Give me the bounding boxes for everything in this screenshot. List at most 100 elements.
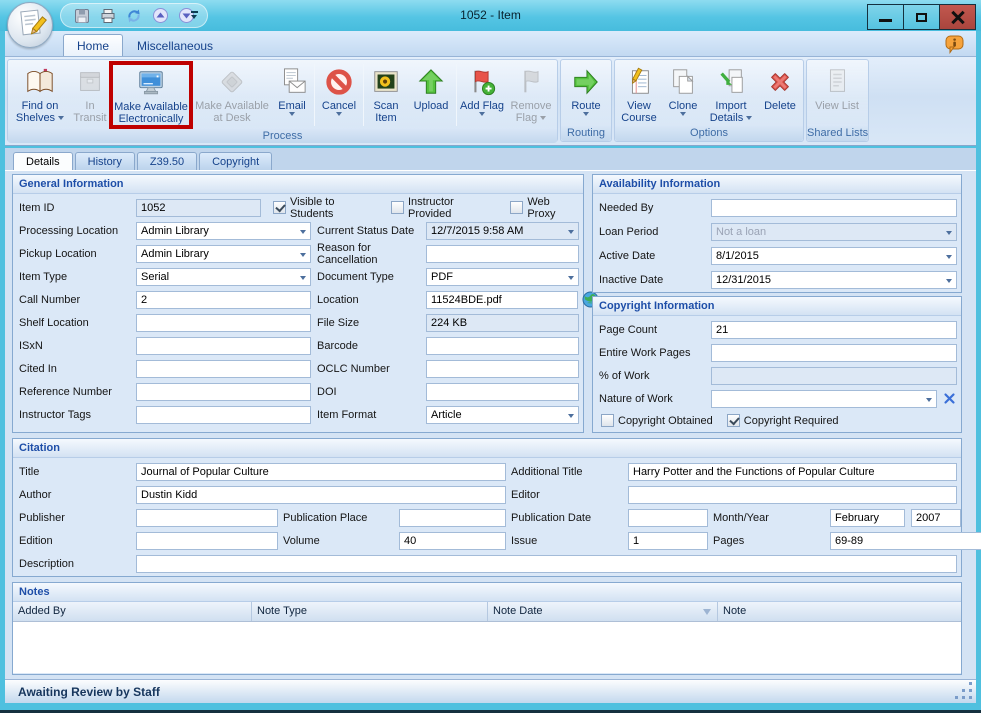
dropdown-arrow-icon bbox=[680, 112, 686, 116]
pct-of-work-label: % of Work bbox=[599, 370, 711, 382]
year-field[interactable] bbox=[911, 509, 961, 527]
oclc-number-field[interactable] bbox=[426, 360, 579, 378]
call-number-label: Call Number bbox=[19, 294, 136, 306]
notebook-pencil-icon bbox=[624, 64, 654, 100]
item-type-select[interactable]: Serial bbox=[136, 268, 311, 286]
maximize-button[interactable] bbox=[903, 4, 940, 30]
visible-to-students-checkbox[interactable] bbox=[273, 201, 286, 214]
loan-period-select: Not a loan bbox=[711, 223, 957, 241]
title-field[interactable] bbox=[136, 463, 506, 481]
desk-tag-icon bbox=[217, 64, 247, 100]
make-available-electronically-button[interactable]: Make Available Electronically bbox=[109, 61, 193, 129]
needed-by-field[interactable] bbox=[711, 199, 957, 217]
tab-z3950[interactable]: Z39.50 bbox=[137, 152, 197, 170]
doi-label: DOI bbox=[311, 386, 426, 398]
copyright-required-checkbox[interactable] bbox=[727, 414, 740, 427]
edition-field[interactable] bbox=[136, 532, 278, 550]
additional-title-label: Additional Title bbox=[506, 466, 628, 478]
upload-button[interactable]: Upload bbox=[407, 61, 455, 129]
reference-number-field[interactable] bbox=[136, 383, 311, 401]
document-type-select[interactable]: PDF bbox=[426, 268, 579, 286]
tab-history[interactable]: History bbox=[75, 152, 135, 170]
item-type-label: Item Type bbox=[19, 271, 136, 283]
save-icon[interactable] bbox=[71, 5, 93, 26]
page-count-field[interactable] bbox=[711, 321, 957, 339]
nature-of-work-select[interactable] bbox=[711, 390, 937, 408]
qat-customize-icon[interactable] bbox=[187, 6, 201, 24]
email-button[interactable]: Email bbox=[271, 61, 313, 129]
instructor-tags-field[interactable] bbox=[136, 406, 311, 424]
dropdown-arrow-icon bbox=[568, 276, 574, 280]
location-field[interactable] bbox=[426, 291, 578, 309]
minimize-button[interactable] bbox=[867, 4, 904, 30]
barcode-field[interactable] bbox=[426, 337, 579, 355]
item-format-select[interactable]: Article bbox=[426, 406, 579, 424]
call-number-field[interactable] bbox=[136, 291, 311, 309]
shelf-location-field[interactable] bbox=[136, 314, 311, 332]
refresh-icon[interactable] bbox=[123, 5, 145, 26]
tab-copyright[interactable]: Copyright bbox=[199, 152, 272, 170]
email-icon bbox=[277, 64, 307, 100]
publication-place-field[interactable] bbox=[399, 509, 506, 527]
cancel-button[interactable]: Cancel bbox=[316, 61, 362, 129]
isxn-field[interactable] bbox=[136, 337, 311, 355]
cancel-icon bbox=[324, 64, 354, 100]
view-course-button[interactable]: View Course bbox=[616, 61, 662, 126]
column-note-date[interactable]: Note Date bbox=[488, 602, 718, 621]
clone-button[interactable]: Clone bbox=[662, 61, 704, 126]
month-year-label: Month/Year bbox=[708, 512, 830, 524]
ribbon-tab-row: Home Miscellaneous bbox=[5, 31, 976, 57]
column-note[interactable]: Note bbox=[718, 602, 961, 621]
description-field[interactable] bbox=[136, 555, 957, 573]
web-proxy-checkbox[interactable] bbox=[510, 201, 523, 214]
citation-header: Citation bbox=[13, 439, 961, 458]
reason-for-cancellation-field[interactable] bbox=[426, 245, 579, 263]
issue-field[interactable] bbox=[628, 532, 708, 550]
route-button[interactable]: Route bbox=[562, 61, 610, 126]
application-menu-button[interactable] bbox=[7, 2, 53, 48]
volume-label: Volume bbox=[278, 535, 399, 547]
processing-location-select[interactable]: Admin Library bbox=[136, 222, 311, 240]
close-button[interactable] bbox=[939, 4, 976, 30]
instructor-provided-checkbox[interactable] bbox=[391, 201, 404, 214]
import-details-button[interactable]: Import Details bbox=[704, 61, 758, 126]
doi-field[interactable] bbox=[426, 383, 579, 401]
resize-grip[interactable] bbox=[969, 696, 972, 699]
current-status-date-select[interactable]: 12/7/2015 9:58 AM bbox=[426, 222, 579, 240]
inactive-date-select[interactable]: 12/31/2015 bbox=[711, 271, 957, 289]
find-on-shelves-button[interactable]: Find on Shelves bbox=[9, 61, 71, 129]
tab-home[interactable]: Home bbox=[63, 34, 123, 56]
pickup-location-select[interactable]: Admin Library bbox=[136, 245, 311, 263]
availability-information-panel: Availability Information Needed By Loan … bbox=[592, 174, 962, 293]
dropdown-arrow-icon bbox=[583, 112, 589, 116]
status-text: Awaiting Review by Staff bbox=[5, 680, 976, 699]
pages-field[interactable] bbox=[830, 532, 981, 550]
add-flag-button[interactable]: Add Flag bbox=[458, 61, 506, 129]
scan-item-button[interactable]: Scan Item bbox=[365, 61, 407, 129]
entire-work-pages-field[interactable] bbox=[711, 344, 957, 362]
up-circle-icon[interactable] bbox=[149, 5, 171, 26]
general-information-header: General Information bbox=[13, 175, 583, 194]
clear-nature-of-work-icon[interactable] bbox=[942, 391, 957, 406]
column-note-type[interactable]: Note Type bbox=[252, 602, 488, 621]
month-field[interactable] bbox=[830, 509, 905, 527]
author-field[interactable] bbox=[136, 486, 506, 504]
inactive-date-label: Inactive Date bbox=[599, 274, 711, 286]
delete-button[interactable]: Delete bbox=[758, 61, 802, 126]
column-added-by[interactable]: Added By bbox=[13, 602, 252, 621]
tab-miscellaneous[interactable]: Miscellaneous bbox=[123, 34, 227, 56]
cited-in-field[interactable] bbox=[136, 360, 311, 378]
publisher-field[interactable] bbox=[136, 509, 278, 527]
dropdown-arrow-icon bbox=[300, 230, 306, 234]
print-icon[interactable] bbox=[97, 5, 119, 26]
help-icon[interactable] bbox=[945, 35, 964, 54]
active-date-select[interactable]: 8/1/2015 bbox=[711, 247, 957, 265]
volume-field[interactable] bbox=[399, 532, 506, 550]
editor-field[interactable] bbox=[628, 486, 957, 504]
additional-title-field[interactable] bbox=[628, 463, 957, 481]
dropdown-arrow-icon bbox=[300, 253, 306, 257]
tab-details[interactable]: Details bbox=[13, 152, 73, 170]
publication-date-field[interactable] bbox=[628, 509, 708, 527]
web-proxy-label: Web Proxy bbox=[527, 196, 579, 220]
copyright-obtained-checkbox[interactable] bbox=[601, 414, 614, 427]
